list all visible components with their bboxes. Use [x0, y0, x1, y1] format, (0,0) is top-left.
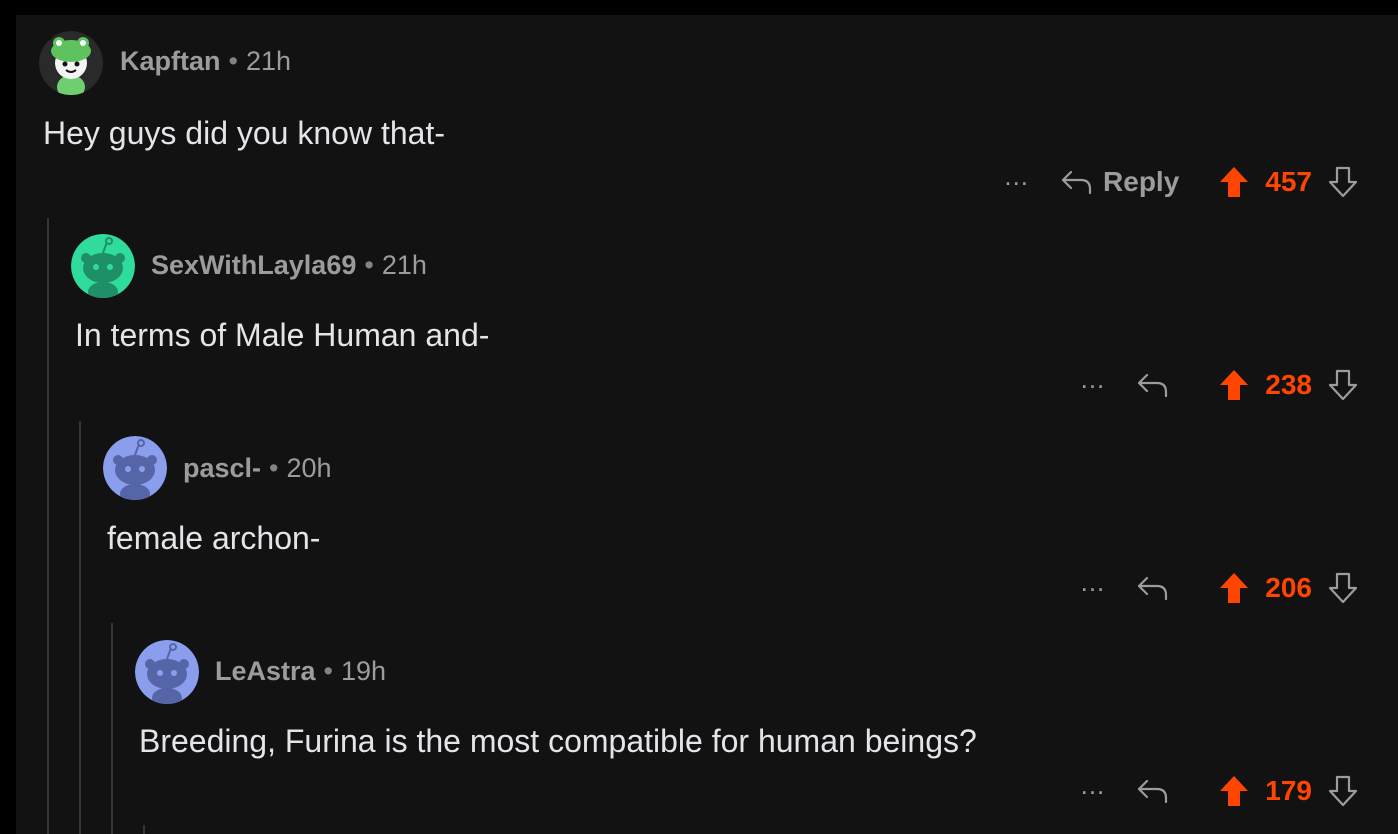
author-name[interactable]: LeAstra: [215, 656, 316, 686]
reply-button[interactable]: [1137, 778, 1179, 804]
thread-line-4[interactable]: [143, 825, 145, 834]
vote-score: 457: [1265, 166, 1312, 197]
thread-line-2[interactable]: [79, 421, 81, 834]
more-options-icon[interactable]: ...: [1081, 772, 1106, 798]
comment-actions: ... 238: [1081, 365, 1358, 405]
comment-meta: SexWithLayla69 • 21h: [151, 250, 427, 281]
meta-separator: •: [323, 656, 333, 686]
upvote-arrow-icon: [1220, 776, 1249, 806]
comment-meta: LeAstra • 19h: [215, 656, 386, 687]
upvote-arrow-icon: [1220, 573, 1249, 603]
comment-meta: Kapftan • 21h: [120, 46, 291, 77]
comment-thread: Kapftan • 21h Hey guys did you know that- …: [16, 15, 1398, 834]
comment-time: 19h: [341, 656, 387, 686]
downvote-button[interactable]: [1328, 775, 1358, 807]
comment-body: Breeding, Furina is the most compatible …: [139, 723, 977, 759]
upvote-button[interactable]: [1219, 775, 1249, 807]
downvote-arrow-icon: [1328, 775, 1358, 807]
comment-body: In terms of Male Human and-: [75, 317, 490, 353]
comment-actions: ... 206: [1081, 568, 1358, 608]
author-name[interactable]: SexWithLayla69: [151, 250, 356, 280]
meta-separator: •: [269, 453, 279, 483]
reply-button[interactable]: Reply: [1061, 166, 1179, 198]
comment-body: Hey guys did you know that-: [43, 115, 445, 151]
avatar[interactable]: [71, 234, 135, 298]
comment-body: female archon-: [107, 520, 321, 556]
reply-arrow-icon: [1138, 576, 1168, 601]
avatar[interactable]: [103, 436, 167, 500]
reply-button[interactable]: [1137, 575, 1179, 601]
snoo-frog-avatar-icon: [39, 31, 103, 95]
author-name[interactable]: Kapftan: [120, 46, 221, 76]
snoo-avatar-icon: [135, 640, 199, 704]
downvote-arrow-icon: [1328, 166, 1358, 198]
vote-score: 179: [1265, 775, 1312, 806]
upvote-arrow-icon: [1220, 370, 1249, 400]
snoo-avatar-icon: [71, 234, 135, 298]
more-options-icon[interactable]: ...: [1081, 569, 1106, 595]
upvote-button[interactable]: [1219, 572, 1249, 604]
avatar[interactable]: [39, 31, 103, 95]
upvote-button[interactable]: [1219, 166, 1249, 198]
comment-time: 20h: [286, 453, 332, 483]
more-options-icon[interactable]: ...: [1081, 366, 1106, 392]
meta-separator: •: [228, 46, 238, 76]
reply-button[interactable]: [1137, 372, 1179, 398]
vote-score: 238: [1265, 369, 1312, 400]
thread-line-1[interactable]: [47, 218, 49, 834]
reply-arrow-icon: [1138, 373, 1168, 398]
downvote-button[interactable]: [1328, 166, 1358, 198]
upvote-arrow-icon: [1220, 167, 1249, 197]
meta-separator: •: [364, 250, 374, 280]
downvote-button[interactable]: [1328, 572, 1358, 604]
reply-label: Reply: [1103, 166, 1180, 197]
comment-actions: ... 179: [1081, 771, 1358, 811]
more-options-icon[interactable]: ...: [1004, 163, 1029, 189]
downvote-arrow-icon: [1328, 369, 1358, 401]
upvote-button[interactable]: [1219, 369, 1249, 401]
comment-time: 21h: [381, 250, 427, 280]
vote-score: 206: [1265, 572, 1312, 603]
reply-arrow-icon: [1061, 170, 1092, 195]
comment-meta: pascl- • 20h: [183, 453, 332, 484]
avatar[interactable]: [135, 640, 199, 704]
reply-arrow-icon: [1138, 779, 1168, 804]
snoo-avatar-icon: [103, 436, 167, 500]
thread-line-3[interactable]: [111, 623, 113, 834]
author-name[interactable]: pascl-: [183, 453, 261, 483]
comment-time: 21h: [245, 46, 292, 76]
downvote-arrow-icon: [1328, 572, 1358, 604]
comment-actions: ... Reply 457: [1004, 162, 1358, 202]
downvote-button[interactable]: [1328, 369, 1358, 401]
